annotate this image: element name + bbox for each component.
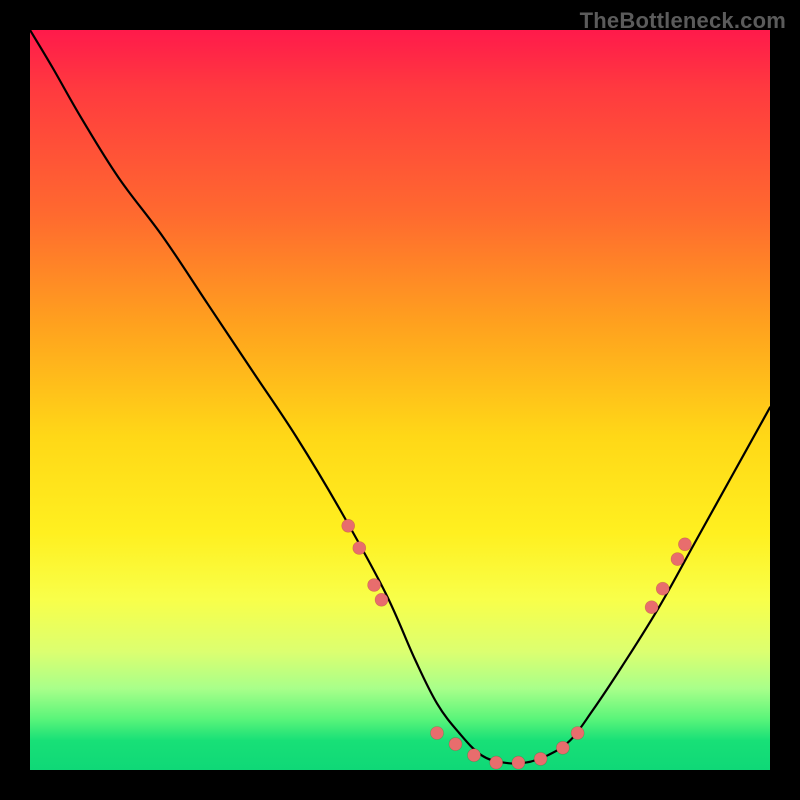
data-marker — [353, 542, 366, 555]
plot-area — [30, 30, 770, 770]
data-marker — [368, 579, 381, 592]
data-marker — [645, 601, 658, 614]
data-marker — [671, 553, 684, 566]
data-marker — [449, 738, 462, 751]
data-marker — [571, 727, 584, 740]
data-marker — [678, 538, 691, 551]
data-marker — [534, 752, 547, 765]
watermark-text: TheBottleneck.com — [580, 8, 786, 34]
data-marker — [490, 756, 503, 769]
chart-frame: TheBottleneck.com — [0, 0, 800, 800]
data-marker — [468, 749, 481, 762]
data-marker — [342, 519, 355, 532]
data-marker — [656, 582, 669, 595]
data-marker — [431, 727, 444, 740]
chart-svg — [30, 30, 770, 770]
data-marker — [512, 756, 525, 769]
data-marker — [375, 593, 388, 606]
marker-group — [342, 519, 692, 769]
bottleneck-curve — [30, 30, 770, 764]
data-marker — [556, 741, 569, 754]
